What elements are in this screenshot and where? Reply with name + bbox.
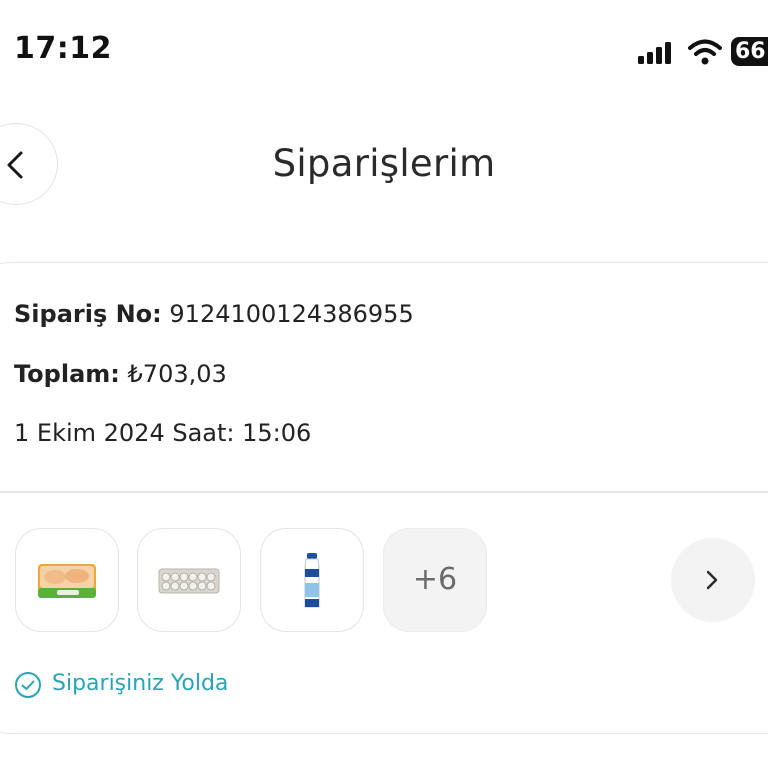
status-bar-time: 17:12 (14, 31, 112, 66)
product-thumbnail[interactable] (15, 528, 119, 632)
egg-carton-icon (158, 568, 220, 594)
order-total-line: Toplam: ₺703,03 (14, 360, 227, 388)
battery-indicator: 66 (731, 37, 768, 66)
order-number-line: Sipariş No: 9124100124386955 (14, 300, 414, 328)
wifi-icon (688, 38, 722, 66)
order-status-text[interactable]: Siparişiniz Yolda (52, 671, 228, 696)
order-detail-button[interactable] (671, 538, 755, 622)
order-total-value: ₺703,03 (127, 360, 227, 388)
order-card[interactable] (0, 262, 768, 734)
order-number-value: 9124100124386955 (169, 300, 414, 328)
milk-bottle-icon (304, 553, 320, 608)
order-total-label: Toplam: (14, 360, 120, 388)
order-number-label: Sipariş No: (14, 300, 162, 328)
chevron-right-icon (706, 570, 718, 590)
more-products-badge[interactable]: +6 (383, 528, 487, 632)
chicken-pack-icon (38, 564, 96, 598)
order-date: 1 Ekim 2024 Saat: 15:06 (14, 419, 312, 447)
card-divider (0, 491, 768, 493)
product-thumbnail[interactable] (137, 528, 241, 632)
page-title: Siparişlerim (272, 142, 496, 185)
product-thumbnail[interactable] (260, 528, 364, 632)
orders-page: 17:12 66 Siparişlerim Sipariş No: 912410… (0, 0, 768, 768)
check-circle-icon (15, 672, 41, 698)
cellular-signal-icon (638, 42, 676, 64)
